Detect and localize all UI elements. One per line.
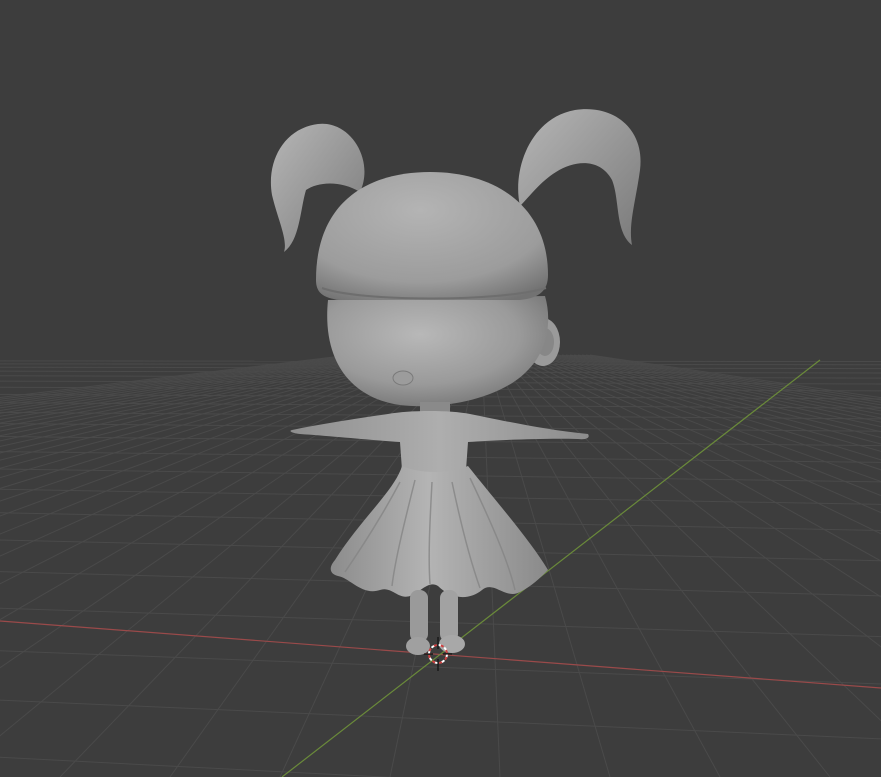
skirt <box>330 466 548 598</box>
3d-viewport[interactable] <box>0 0 881 777</box>
grid-line <box>0 650 881 685</box>
grid-line <box>0 354 379 414</box>
grid-line <box>0 354 387 420</box>
left-leg <box>410 590 428 642</box>
nose <box>392 370 414 386</box>
right-foot <box>439 635 465 653</box>
right-pigtail <box>518 109 641 245</box>
grid-line <box>0 699 881 740</box>
right-leg <box>440 590 458 642</box>
grid-line <box>0 756 394 777</box>
arms-torso <box>290 411 589 475</box>
grid-line <box>0 354 351 398</box>
viewport-scene[interactable] <box>0 0 881 777</box>
hair-cap <box>316 172 548 300</box>
left-foot <box>406 637 430 655</box>
